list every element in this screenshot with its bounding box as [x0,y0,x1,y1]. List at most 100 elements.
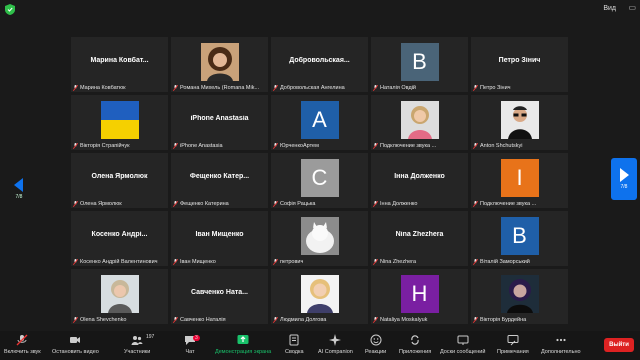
participants-count: 197 [146,334,155,340]
leave-meeting-button[interactable]: Выйти [604,338,634,352]
summary-button[interactable]: Сводка [285,334,304,355]
muted-mic-icon [473,143,478,149]
participants-button[interactable]: Участники 197 [124,334,154,355]
ai-companion-button[interactable]: AI Companion [318,334,353,355]
participant-name-caption: Подключение звука ... [373,143,466,149]
participant-tile[interactable]: Інна Долженко Інна Долженко [371,153,468,208]
chat-button[interactable]: Чат 3 [184,334,200,355]
participant-tile[interactable]: Anton Shchutskyi [471,95,568,150]
participant-name: Nataliya Moskalyuk [380,317,428,323]
participant-name: Марина Ковбатюк [80,85,126,91]
whiteboards-label: Доски сообщений [440,349,486,355]
avatar-photo [500,275,539,313]
participant-display-name: Іван Мищенко [195,231,244,238]
more-dots-icon [556,338,566,342]
avatar-photo [400,101,439,139]
page-indicator-left: 7/8 [15,194,23,200]
participant-tile[interactable]: Вікторія Страпійчук [71,95,168,150]
participant-tile[interactable]: Косенко Андрі... Косенко Андрій Валентино… [71,211,168,266]
participant-tile[interactable]: A ЮрченкоАртем [271,95,368,150]
whiteboards-button[interactable]: Доски сообщений [440,334,485,355]
participant-tile[interactable]: Добровольская... Добровольская Ангелина [271,37,368,92]
avatar-photo [200,43,239,81]
chat-label: Чат [185,349,195,355]
restore-icon[interactable]: ▭ [628,3,636,12]
more-button[interactable]: Дополнительно [541,334,581,355]
annotate-icon [507,335,519,346]
video-label: Остановить видео [52,349,99,355]
participants-icon [131,336,143,345]
chevron-right-icon [620,168,629,182]
participant-tile[interactable]: H Nataliya Moskalyuk [371,269,468,324]
mute-label: Включить звук [4,349,41,355]
participant-name: петрович [280,259,304,265]
participant-tile[interactable]: Олена Ярмолюк Олена Ярмолюк [71,153,168,208]
participant-tile[interactable]: iPhone Anastasia iPhone Anastasia [171,95,268,150]
participant-tile[interactable]: петрович [271,211,368,266]
participant-name-caption: Марина Ковбатюк [73,85,166,91]
participant-tile[interactable]: Романа Михель (Romana Mik... [171,37,268,92]
avatar-photo [100,275,139,313]
muted-mic-icon [373,85,378,91]
participant-display-name: Савченко Ната... [191,289,248,296]
participant-tile[interactable]: I Подключение звука ... [471,153,568,208]
participant-name: Вікторія Страпійчук [80,143,130,149]
participant-display-name: iPhone Anastasia [190,115,249,122]
view-button[interactable]: Вид [603,5,616,12]
participant-tile[interactable]: Фещенко Катер... Фещенко Катерина [171,153,268,208]
participant-tile[interactable]: B Віталій Заморський [471,211,568,266]
ukraine-flag-avatar [100,101,139,139]
participant-tile[interactable]: Olena Shevchenko [71,269,168,324]
next-page-button[interactable]: 7/8 [611,158,637,200]
participant-tile[interactable]: Nina Zhezhera Nina Zhezhera [371,211,468,266]
avatar-photo [500,101,539,139]
share-screen-button[interactable]: Демонстрация экрана [215,334,271,355]
participant-display-name: Косенко Андрі... [91,231,148,238]
chevron-left-icon [14,178,23,192]
participant-name: Вікторія Бурдейна [480,317,527,323]
participant-name-caption: Olena Shevchenko [73,317,166,323]
participant-name: Інна Долженко [380,201,418,207]
participant-tile[interactable]: Іван Мищенко Іван Мищенко [171,211,268,266]
participant-tile[interactable]: Марина Ковбат... Марина Ковбатюк [71,37,168,92]
muted-mic-icon [473,85,478,91]
participant-display-name: Петро Зінич [498,57,541,64]
mute-button[interactable]: Включить звук [4,334,41,355]
participant-tile[interactable]: B Наталія Овдій [371,37,468,92]
avatar-letter: B [400,43,439,81]
muted-mic-icon [73,317,78,323]
participant-name: Olena Shevchenko [80,317,127,323]
muted-mic-icon [473,317,478,323]
participant-name: Романа Михель (Romana Mik... [180,85,260,91]
participant-tile[interactable]: C Софія Рацька [271,153,368,208]
notes-icon [289,334,299,346]
participant-name: Софія Рацька [280,201,316,207]
participant-display-name: Інна Долженко [394,173,445,180]
participant-tile[interactable]: Петро Зінич Петро Зінич [471,37,568,92]
participant-tile[interactable]: Вікторія Бурдейна [471,269,568,324]
apps-button[interactable]: Приложения [399,334,431,355]
smiley-icon [370,334,382,346]
reactions-label: Реакции [365,349,387,355]
title-bar: Вид ▭ [0,0,640,20]
participant-name: Наталія Овдій [380,85,417,91]
participant-name-caption: Фещенко Катерина [173,201,266,207]
participant-name-caption: Іван Мищенко [173,259,266,265]
previous-page-button[interactable]: 7/8 [6,168,32,210]
muted-mic-icon [173,143,178,149]
participant-name-caption: Вікторія Бурдейна [473,317,566,323]
muted-mic-icon [373,201,378,207]
muted-mic-icon [473,259,478,265]
participant-name: ЮрченкоАртем [280,143,319,149]
annotate-button[interactable]: Примечания [497,334,529,355]
participant-name: Nina Zhezhera [380,259,417,265]
window-controls: ▭ [628,3,636,12]
reactions-button[interactable]: Реакции [365,334,386,355]
participant-tile[interactable]: Савченко Ната... Савченко Наталія [171,269,268,324]
avatar-letter: I [500,159,539,197]
participant-name-caption: Наталія Овдій [373,85,466,91]
participant-tile[interactable]: Подключение звука ... [371,95,468,150]
video-button[interactable]: Остановить видео [52,334,99,355]
participant-name-caption: Nina Zhezhera [373,259,466,265]
participant-tile[interactable]: Людмила Долгова [271,269,368,324]
